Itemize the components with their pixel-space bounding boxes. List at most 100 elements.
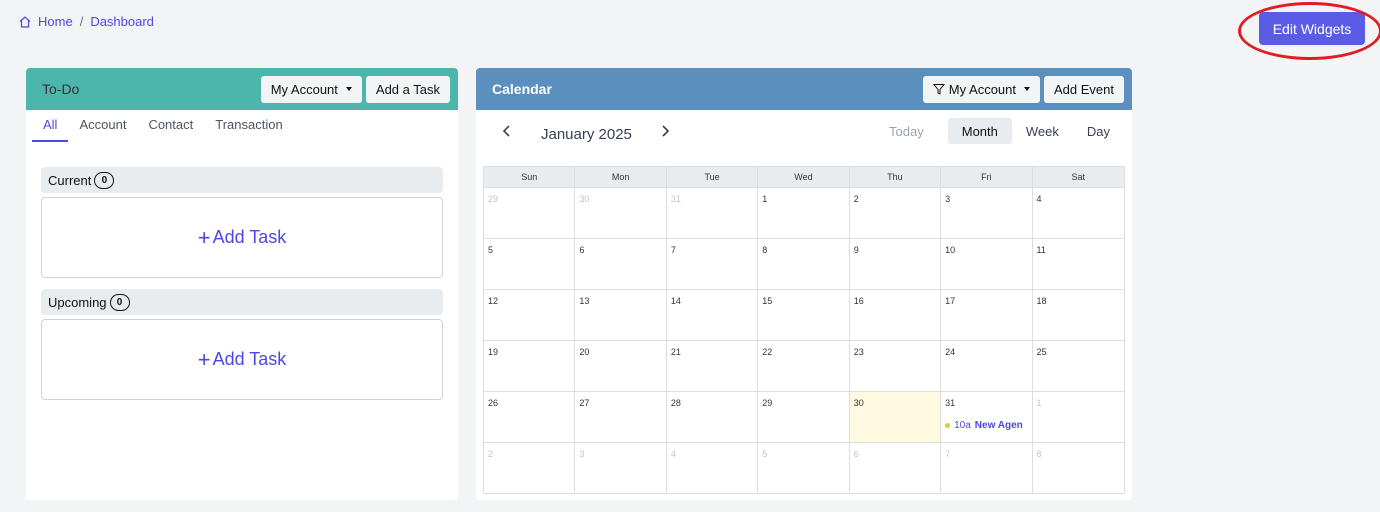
calendar-day-cell[interactable]: 28 xyxy=(666,391,759,442)
caret-down-icon xyxy=(345,87,352,91)
calendar-day-cell[interactable]: 14 xyxy=(666,289,759,340)
plus-icon: + xyxy=(197,346,211,372)
calendar-day-cell[interactable]: 29 xyxy=(484,187,576,238)
calendar-header: Calendar My Account Add Event xyxy=(476,68,1132,110)
calendar-day-cell[interactable]: 7 xyxy=(941,442,1033,493)
chevron-left-icon[interactable] xyxy=(502,124,512,143)
calendar-day-cell[interactable]: 31 10a New Agen xyxy=(941,391,1033,442)
calendar-day-cell[interactable]: 6 xyxy=(849,442,942,493)
chevron-right-icon[interactable] xyxy=(660,124,670,143)
upcoming-add-task[interactable]: + Add Task xyxy=(41,319,443,400)
tab-account[interactable]: Account xyxy=(68,117,137,142)
calendar-week-row: 5 6 7 8 9 10 11 xyxy=(484,238,1124,289)
calendar-account-label: My Account xyxy=(948,81,1016,97)
day-of-week-header: Sat xyxy=(1032,167,1124,187)
calendar-day-cell[interactable]: 1 xyxy=(758,187,850,238)
calendar-week-row: 12 13 14 15 16 17 18 xyxy=(484,289,1124,340)
home-icon[interactable] xyxy=(18,15,32,29)
calendar-day-number: 22 xyxy=(762,347,773,357)
calendar-day-cell[interactable]: 7 xyxy=(666,238,759,289)
calendar-day-cell[interactable]: 15 xyxy=(758,289,850,340)
calendar-day-cell[interactable]: 2 xyxy=(484,442,576,493)
calendar-day-number: 29 xyxy=(762,398,773,408)
tab-contact[interactable]: Contact xyxy=(137,117,204,142)
tab-all[interactable]: All xyxy=(32,117,69,142)
calendar-day-cell[interactable]: 20 xyxy=(575,340,667,391)
calendar-day-cell[interactable]: 22 xyxy=(758,340,850,391)
breadcrumb-separator: / xyxy=(79,14,84,29)
edit-widgets-button[interactable]: Edit Widgets xyxy=(1259,12,1365,45)
current-section-header: Current 0 xyxy=(41,167,443,193)
calendar-day-number: 1 xyxy=(762,194,768,204)
calendar-day-cell[interactable]: 16 xyxy=(849,289,942,340)
calendar-day-cell[interactable]: 26 xyxy=(484,391,576,442)
calendar-day-cell[interactable]: 3 xyxy=(575,442,667,493)
calendar-week-row: 26 27 28 29 30 31 10a New Agen 1 xyxy=(484,391,1124,442)
calendar-day-cell[interactable]: 13 xyxy=(575,289,667,340)
calendar-day-cell[interactable]: 5 xyxy=(484,238,576,289)
calendar-day-cell[interactable]: 19 xyxy=(484,340,576,391)
calendar-account-dropdown[interactable]: My Account xyxy=(922,75,1040,103)
calendar-day-number: 3 xyxy=(579,449,585,459)
calendar-day-cell[interactable]: 27 xyxy=(575,391,667,442)
todo-widget: To-Do My Account Add a Task All Account … xyxy=(26,68,458,500)
calendar-day-cell[interactable]: 30 xyxy=(575,187,667,238)
calendar-day-number: 30 xyxy=(853,398,864,408)
current-add-task[interactable]: + Add Task xyxy=(41,197,443,278)
calendar-day-cell[interactable]: 6 xyxy=(575,238,667,289)
upcoming-add-task-label: Add Task xyxy=(212,349,287,369)
calendar-day-cell[interactable]: 4 xyxy=(666,442,759,493)
calendar-day-cell[interactable]: 2 xyxy=(849,187,942,238)
calendar-day-number: 6 xyxy=(579,245,585,255)
calendar-day-cell[interactable]: 10 xyxy=(941,238,1033,289)
calendar-day-number: 5 xyxy=(762,449,768,459)
calendar-week-row: 2 3 4 5 6 7 8 xyxy=(484,442,1124,493)
calendar-day-cell[interactable]: 25 xyxy=(1032,340,1124,391)
calendar-day-cell[interactable]: 8 xyxy=(758,238,850,289)
caret-down-icon xyxy=(1024,87,1030,91)
month-view-button[interactable]: Month xyxy=(947,118,1012,144)
calendar-day-number: 30 xyxy=(579,194,590,204)
todo-tabs: All Account Contact Transaction xyxy=(26,110,458,142)
calendar-day-number: 1 xyxy=(1036,398,1042,408)
calendar-day-cell[interactable]: 8 xyxy=(1032,442,1124,493)
breadcrumb-home-link[interactable]: Home xyxy=(38,14,73,29)
todo-account-label: My Account xyxy=(270,81,338,97)
calendar-day-cell[interactable]: 21 xyxy=(666,340,759,391)
calendar-day-number: 20 xyxy=(579,347,590,357)
calendar-day-cell[interactable]: 31 xyxy=(666,187,759,238)
calendar-day-number: 28 xyxy=(670,398,681,408)
week-view-button[interactable]: Week xyxy=(1012,118,1073,144)
calendar-title: Calendar xyxy=(492,81,552,97)
calendar-day-cell[interactable]: 17 xyxy=(941,289,1033,340)
calendar-day-cell[interactable]: 3 xyxy=(941,187,1033,238)
calendar-day-number: 4 xyxy=(1036,194,1042,204)
todo-account-dropdown[interactable]: My Account xyxy=(260,75,362,103)
breadcrumb-dashboard-link[interactable]: Dashboard xyxy=(90,14,154,29)
calendar-event[interactable]: 10a New Agen xyxy=(945,420,1031,431)
calendar-day-cell[interactable]: 23 xyxy=(849,340,942,391)
add-event-button[interactable]: Add Event xyxy=(1044,75,1124,103)
calendar-day-cell[interactable]: 18 xyxy=(1032,289,1124,340)
current-count-badge: 0 xyxy=(94,171,115,189)
calendar-day-cell[interactable]: 4 xyxy=(1032,187,1124,238)
calendar-day-number: 18 xyxy=(1036,296,1047,306)
today-button[interactable]: Today xyxy=(875,118,938,144)
calendar-day-cell[interactable]: 12 xyxy=(484,289,576,340)
calendar-day-cell[interactable]: 30 xyxy=(849,391,942,442)
calendar-day-cell[interactable]: 24 xyxy=(941,340,1033,391)
calendar-day-cell[interactable]: 5 xyxy=(758,442,850,493)
calendar-day-number: 19 xyxy=(488,347,499,357)
calendar-day-cell[interactable]: 9 xyxy=(849,238,942,289)
day-view-button[interactable]: Day xyxy=(1073,118,1124,144)
calendar-day-number: 7 xyxy=(945,449,951,459)
calendar-day-number: 6 xyxy=(853,449,859,459)
tab-transaction[interactable]: Transaction xyxy=(204,117,293,142)
calendar-day-cell[interactable]: 29 xyxy=(758,391,850,442)
current-label: Current xyxy=(48,172,92,188)
calendar-day-cell[interactable]: 1 xyxy=(1032,391,1124,442)
calendar-day-cell[interactable]: 11 xyxy=(1032,238,1124,289)
upcoming-count-badge: 0 xyxy=(109,293,130,311)
calendar-day-number: 9 xyxy=(853,245,859,255)
add-task-button[interactable]: Add a Task xyxy=(365,75,450,103)
